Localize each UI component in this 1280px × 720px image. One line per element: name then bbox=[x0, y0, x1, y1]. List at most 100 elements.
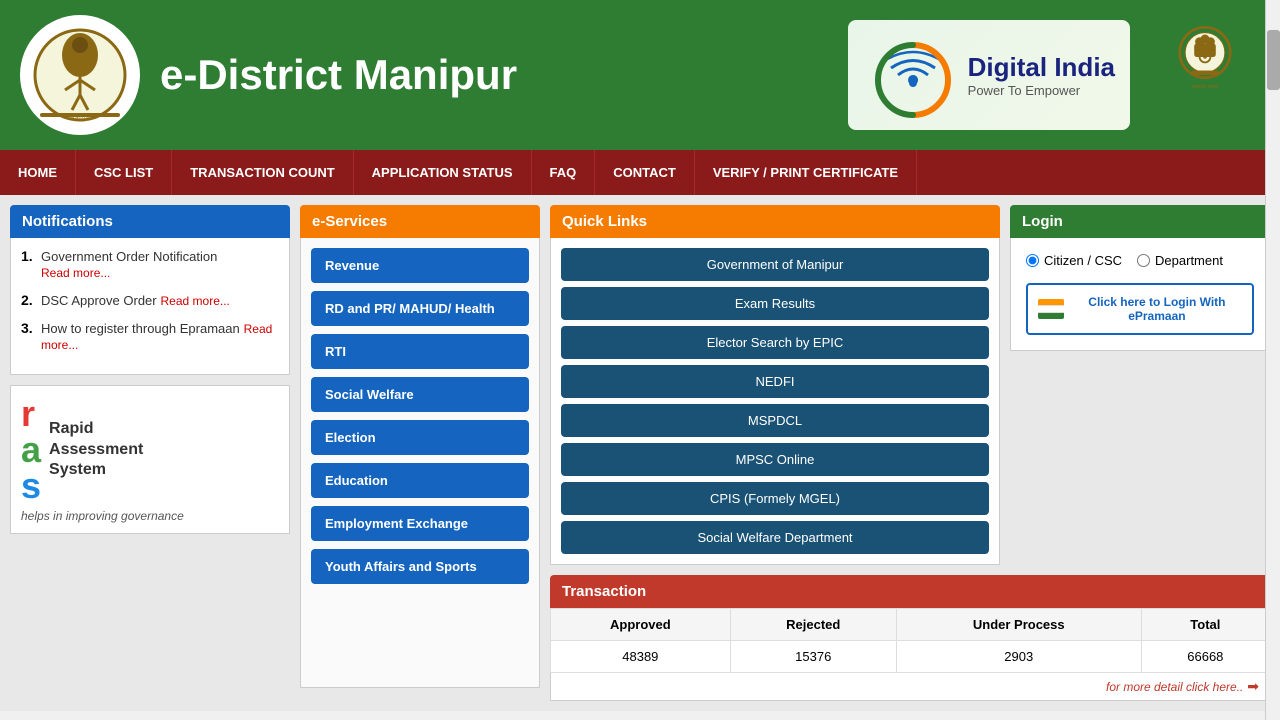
notifications-body: 1. Government Order Notification Read mo… bbox=[10, 238, 290, 375]
ras-letters: r a s bbox=[21, 396, 41, 504]
notifications-list: 1. Government Order Notification Read mo… bbox=[21, 248, 279, 352]
india-emblem: सत्यमेव जयते bbox=[1150, 15, 1260, 135]
eservice-rd-pr[interactable]: RD and PR/ MAHUD/ Health bbox=[311, 291, 529, 326]
list-item: 1. Government Order Notification Read mo… bbox=[21, 248, 279, 280]
digital-india-sub: Power To Empower bbox=[968, 83, 1115, 98]
login-body: Citizen / CSC Department Cl bbox=[1010, 238, 1270, 351]
eservices-body: Revenue RD and PR/ MAHUD/ Health RTI Soc… bbox=[300, 238, 540, 688]
read-more-1[interactable]: Read more... bbox=[41, 266, 110, 280]
notif-num-3: 3. bbox=[21, 320, 33, 336]
manipur-logo: ਮਣੀਪੁਰ bbox=[20, 15, 140, 135]
epramaan-login-button[interactable]: Click here to Login With ePramaan bbox=[1026, 283, 1254, 335]
list-item: 2. DSC Approve Order Read more... bbox=[21, 292, 279, 308]
digital-india-brand: Digital India bbox=[968, 52, 1115, 83]
ras-full-name: Rapid Assessment System bbox=[49, 419, 143, 481]
notif-num-1: 1. bbox=[21, 248, 33, 264]
ras-section: r a s Rapid Assessment System helps in i… bbox=[10, 385, 290, 534]
digital-india-icon bbox=[863, 25, 963, 125]
nav-transaction-count[interactable]: TRANSACTION COUNT bbox=[172, 150, 353, 195]
eservice-election[interactable]: Election bbox=[311, 420, 529, 455]
transaction-header: Transaction bbox=[550, 575, 1270, 608]
quicklinks-body: Government of Manipur Exam Results Elect… bbox=[550, 238, 1000, 565]
val-under-process: 2903 bbox=[896, 641, 1141, 673]
notifications-header: Notifications bbox=[10, 205, 290, 238]
nav-verify-print[interactable]: VERIFY / PRINT CERTIFICATE bbox=[695, 150, 917, 195]
col-under-process: Under Process bbox=[896, 609, 1141, 641]
digital-india-section: Digital India Power To Empower bbox=[848, 20, 1130, 130]
transaction-table: Approved Rejected Under Process Total 48… bbox=[550, 608, 1270, 673]
notif-text-3: How to register through Epramaan bbox=[41, 321, 240, 336]
ras-name-line3: System bbox=[49, 460, 143, 481]
login-panel: Login Citizen / CSC Department bbox=[1010, 205, 1270, 565]
notif-num-2: 2. bbox=[21, 292, 33, 308]
ras-letter-s: s bbox=[21, 468, 41, 504]
epramaan-text: Click here to Login With ePramaan bbox=[1072, 295, 1242, 323]
india-flag-icon bbox=[1038, 299, 1064, 319]
ql-social-welfare-dept[interactable]: Social Welfare Department bbox=[561, 521, 989, 554]
top-row: Quick Links Government of Manipur Exam R… bbox=[550, 205, 1270, 565]
login-radio-group: Citizen / CSC Department bbox=[1026, 253, 1254, 268]
ql-mspdcl[interactable]: MSPDCL bbox=[561, 404, 989, 437]
eservice-social-welfare[interactable]: Social Welfare bbox=[311, 377, 529, 412]
val-rejected: 15376 bbox=[730, 641, 896, 673]
nav-faq[interactable]: FAQ bbox=[532, 150, 596, 195]
notifications-panel: Notifications 1. Government Order Notifi… bbox=[10, 205, 290, 701]
navbar: HOME CSC LIST TRANSACTION COUNT APPLICAT… bbox=[0, 150, 1280, 195]
eservice-youth-affairs[interactable]: Youth Affairs and Sports bbox=[311, 549, 529, 584]
ras-letter-a: a bbox=[21, 432, 41, 468]
flag-white bbox=[1038, 305, 1064, 313]
ql-govt-manipur[interactable]: Government of Manipur bbox=[561, 248, 989, 281]
quicklinks-header: Quick Links bbox=[550, 205, 1000, 238]
more-detail-section: for more detail click here.. ➡ bbox=[550, 673, 1270, 701]
read-more-2[interactable]: Read more... bbox=[161, 294, 230, 308]
val-approved: 48389 bbox=[551, 641, 731, 673]
col-rejected: Rejected bbox=[730, 609, 896, 641]
radio-department[interactable] bbox=[1137, 254, 1150, 267]
table-row: 48389 15376 2903 66668 bbox=[551, 641, 1270, 673]
val-total: 66668 bbox=[1141, 641, 1269, 673]
right-section: Quick Links Government of Manipur Exam R… bbox=[550, 205, 1270, 701]
col-approved: Approved bbox=[551, 609, 731, 641]
login-header: Login bbox=[1010, 205, 1270, 238]
col-total: Total bbox=[1141, 609, 1269, 641]
ras-logo: r a s Rapid Assessment System bbox=[21, 396, 279, 504]
ras-tagline: helps in improving governance bbox=[21, 509, 279, 523]
eservices-panel: e-Services Revenue RD and PR/ MAHUD/ Hea… bbox=[300, 205, 540, 701]
scrollbar-thumb[interactable] bbox=[1267, 30, 1280, 90]
ql-nedfi[interactable]: NEDFI bbox=[561, 365, 989, 398]
ras-name-line1: Rapid bbox=[49, 419, 143, 440]
main-content: Notifications 1. Government Order Notifi… bbox=[0, 195, 1280, 711]
more-detail-link[interactable]: for more detail click here.. bbox=[1106, 680, 1243, 694]
eservice-employment-exchange[interactable]: Employment Exchange bbox=[311, 506, 529, 541]
nav-contact[interactable]: CONTACT bbox=[595, 150, 695, 195]
radio-citizen-label[interactable]: Citizen / CSC bbox=[1026, 253, 1122, 268]
list-item: 3. How to register through Epramaan Read… bbox=[21, 320, 279, 352]
eservice-revenue[interactable]: Revenue bbox=[311, 248, 529, 283]
ras-name-line2: Assessment bbox=[49, 440, 143, 461]
radio-department-text: Department bbox=[1155, 253, 1223, 268]
svg-text:सत्यमेव जयते: सत्यमेव जयते bbox=[1192, 84, 1219, 91]
eservice-education[interactable]: Education bbox=[311, 463, 529, 498]
ras-letter-r: r bbox=[21, 396, 41, 432]
nav-csc-list[interactable]: CSC LIST bbox=[76, 150, 172, 195]
transaction-panel: Transaction Approved Rejected Under Proc… bbox=[550, 575, 1270, 701]
quicklinks-panel: Quick Links Government of Manipur Exam R… bbox=[550, 205, 1000, 565]
radio-citizen[interactable] bbox=[1026, 254, 1039, 267]
scrollbar[interactable] bbox=[1265, 0, 1280, 720]
nav-home[interactable]: HOME bbox=[0, 150, 76, 195]
notif-text-2: DSC Approve Order bbox=[41, 293, 157, 308]
flag-green bbox=[1038, 313, 1064, 319]
notif-text-1: Government Order Notification bbox=[41, 249, 217, 264]
eservice-rti[interactable]: RTI bbox=[311, 334, 529, 369]
radio-citizen-text: Citizen / CSC bbox=[1044, 253, 1122, 268]
radio-department-label[interactable]: Department bbox=[1137, 253, 1223, 268]
more-detail-icon: ➡ bbox=[1247, 678, 1259, 694]
header: ਮਣੀਪੁਰ e-District Manipur Digital India … bbox=[0, 0, 1280, 150]
eservices-header: e-Services bbox=[300, 205, 540, 238]
site-title: e-District Manipur bbox=[160, 51, 848, 99]
ql-cpis[interactable]: CPIS (Formely MGEL) bbox=[561, 482, 989, 515]
ql-mpsc-online[interactable]: MPSC Online bbox=[561, 443, 989, 476]
ql-exam-results[interactable]: Exam Results bbox=[561, 287, 989, 320]
nav-application-status[interactable]: APPLICATION STATUS bbox=[354, 150, 532, 195]
ql-elector-search[interactable]: Elector Search by EPIC bbox=[561, 326, 989, 359]
